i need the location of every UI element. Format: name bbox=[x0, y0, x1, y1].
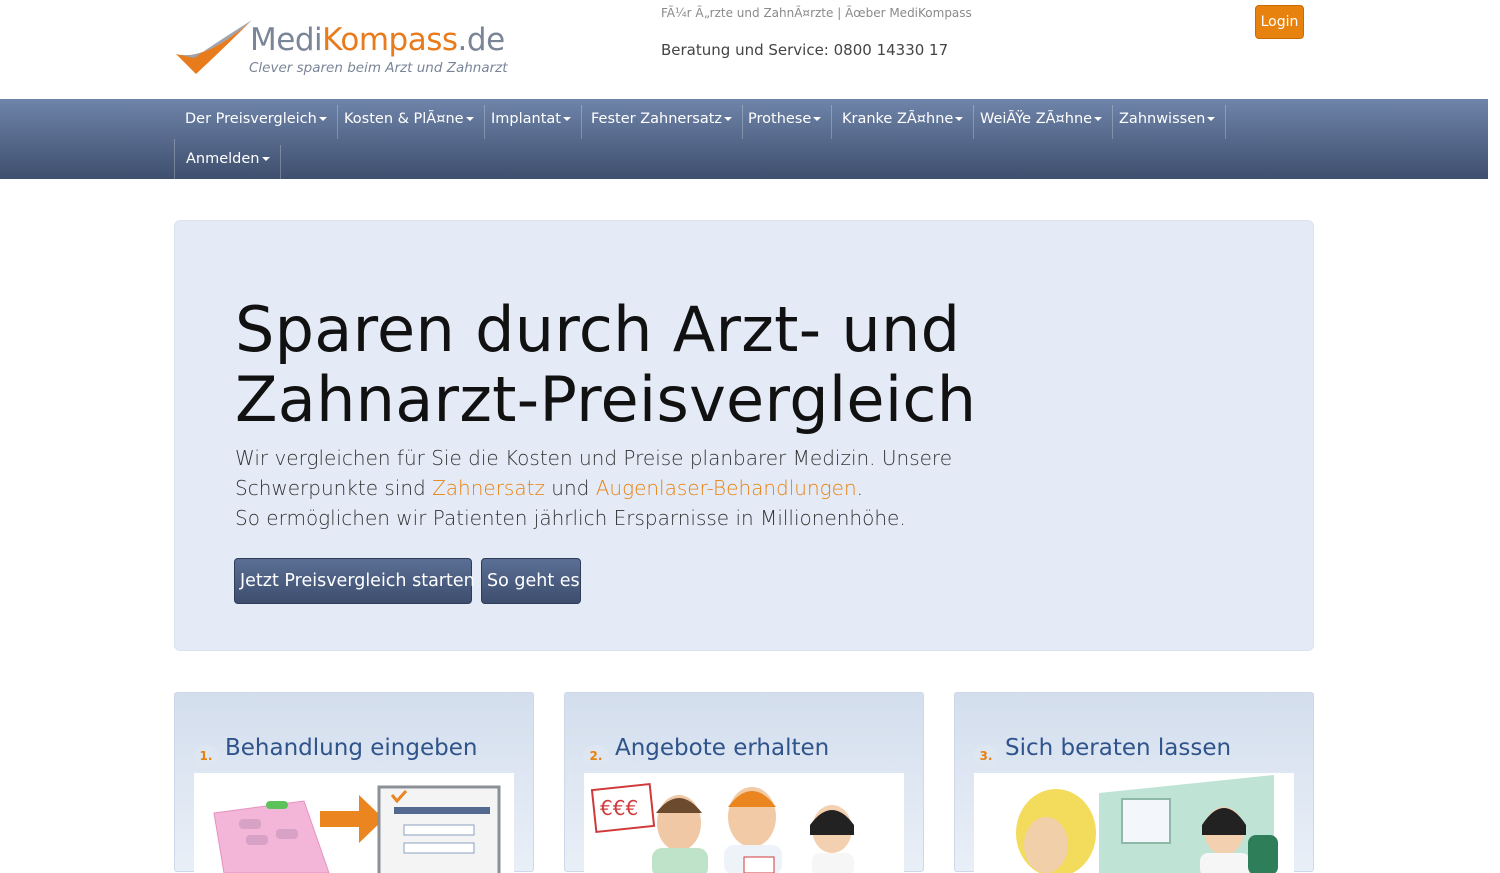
step-card-1: 1. Behandlung eingeben bbox=[174, 692, 534, 873]
nav-item-zahnwissen[interactable]: Zahnwissen bbox=[1108, 99, 1227, 139]
step-number: 3. bbox=[973, 745, 999, 767]
caret-down-icon bbox=[1094, 117, 1103, 121]
nav-item-implantat[interactable]: Implantat bbox=[480, 99, 582, 139]
price-tag-text: €€€ bbox=[600, 796, 638, 820]
logo-wordmark: MediKompass.de bbox=[250, 22, 505, 58]
nav-item-preisvergleich[interactable]: Der Preisvergleich bbox=[174, 99, 338, 139]
step-2-illustration: €€€ bbox=[584, 773, 904, 873]
nav-item-anmelden[interactable]: Anmelden bbox=[174, 139, 281, 179]
start-comparison-button[interactable]: Jetzt Preisvergleich starten bbox=[234, 558, 475, 604]
about-link[interactable]: Ãœber MediKompass bbox=[845, 6, 972, 20]
caret-down-icon bbox=[261, 157, 270, 161]
nav-item-prothese[interactable]: Prothese bbox=[737, 99, 833, 139]
main-nav: Der Preisvergleich Kosten & PlÃ¤ne Impla… bbox=[0, 99, 1488, 179]
step-card-2: 2. Angebote erhalten €€€ bbox=[564, 692, 924, 873]
hotline-text: Beratung und Service: 0800 14330 17 bbox=[661, 41, 949, 59]
step-title: Angebote erhalten bbox=[615, 735, 830, 761]
augenlaser-link[interactable]: Augenlaser-Behandlungen bbox=[596, 476, 857, 500]
top-links: FÃ¼r Ã„rzte und ZahnÃ¤rzte | Ãœber MediK… bbox=[661, 6, 972, 20]
login-button[interactable]: Login bbox=[1255, 5, 1304, 39]
nav-item-kosten[interactable]: Kosten & PlÃ¤ne bbox=[333, 99, 485, 139]
caret-down-icon bbox=[465, 117, 474, 121]
step-number: 2. bbox=[583, 745, 609, 767]
step-title: Behandlung eingeben bbox=[225, 735, 478, 761]
logo-tagline: Clever sparen beim Arzt und Zahnarzt bbox=[249, 60, 508, 76]
step-1-illustration bbox=[194, 773, 514, 873]
doctors-link[interactable]: FÃ¼r Ã„rzte und ZahnÃ¤rzte bbox=[661, 6, 833, 20]
hero-title: Sparen durch Arzt- und Zahnarzt-Preisver… bbox=[235, 293, 977, 436]
step-3-illustration bbox=[974, 773, 1294, 873]
nav-item-fester-zahnersatz[interactable]: Fester Zahnersatz bbox=[580, 99, 744, 139]
compass-swoosh-icon bbox=[176, 20, 252, 74]
step-card-3: 3. Sich beraten lassen bbox=[954, 692, 1314, 873]
how-it-works-button[interactable]: So geht es bbox=[481, 558, 581, 604]
hero-text: Wir vergleichen für Sie die Kosten und P… bbox=[235, 446, 953, 530]
hero-jumbotron: Sparen durch Arzt- und Zahnarzt-Preisver… bbox=[174, 220, 1314, 651]
caret-down-icon bbox=[318, 117, 327, 121]
nav-item-weisse-zaehne[interactable]: WeiÃŸe ZÃ¤hne bbox=[969, 99, 1114, 139]
caret-down-icon bbox=[562, 117, 571, 121]
caret-down-icon bbox=[1207, 117, 1216, 121]
zahnersatz-link[interactable]: Zahnersatz bbox=[432, 476, 545, 500]
logo[interactable]: MediKompass.de Clever sparen beim Arzt u… bbox=[174, 18, 508, 80]
nav-item-kranke-zaehne[interactable]: Kranke ZÃ¤hne bbox=[831, 99, 975, 139]
caret-down-icon bbox=[813, 117, 822, 121]
step-number: 1. bbox=[193, 745, 219, 767]
caret-down-icon bbox=[724, 117, 733, 121]
top-links-separator: | bbox=[837, 6, 842, 20]
step-title: Sich beraten lassen bbox=[1005, 735, 1232, 761]
caret-down-icon bbox=[955, 117, 964, 121]
